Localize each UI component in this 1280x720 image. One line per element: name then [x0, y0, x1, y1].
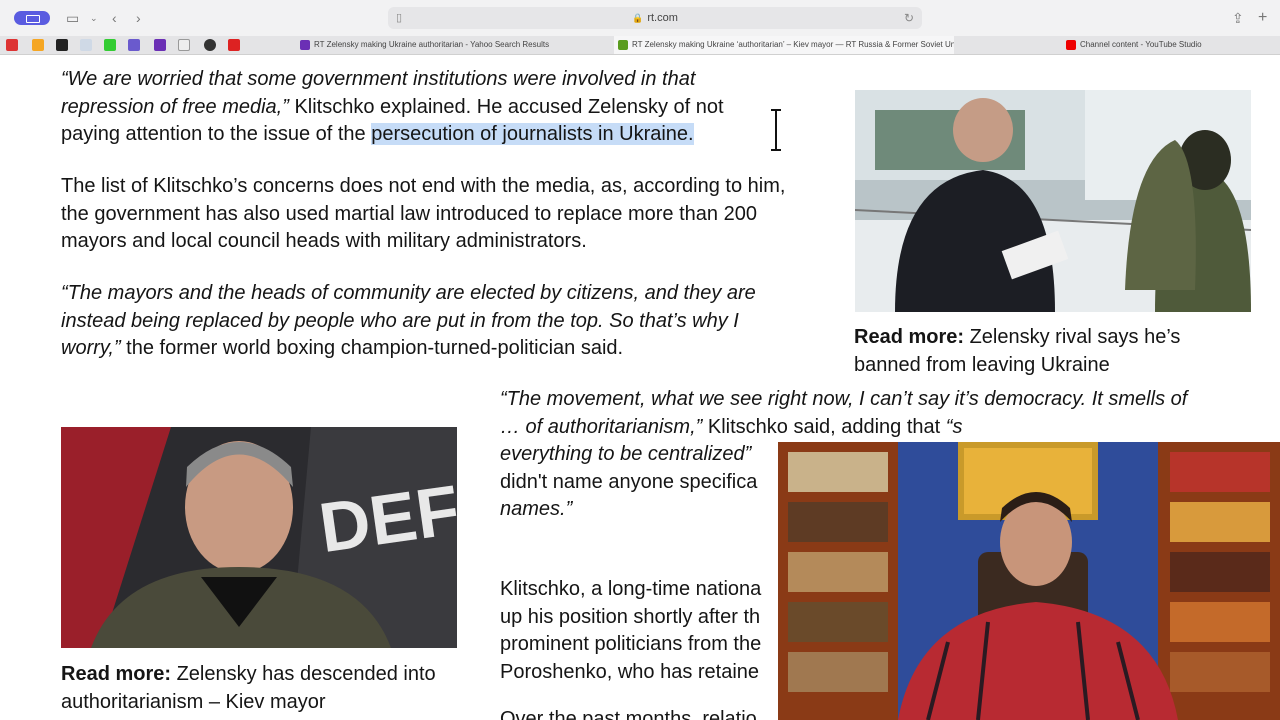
article-paragraph: “The mayors and the heads of community a…: [61, 280, 791, 363]
rt-favicon-icon: [618, 40, 628, 50]
tab-bar: RT Zelensky making Ukraine authoritarian…: [0, 36, 1280, 55]
text-cursor-icon: [771, 109, 781, 151]
bookmark-favicon[interactable]: [178, 39, 190, 51]
body-text: the former world boxing champion-turned-…: [120, 337, 624, 359]
quote-text: names.”: [500, 498, 573, 520]
browser-toolbar: ▭ ⌄ ‹ › ▯ 🔒 rt.com ↻ ⇪ +: [0, 0, 1280, 37]
address-bar[interactable]: ▯ 🔒 rt.com ↻: [388, 7, 922, 29]
read-more-label: Read more:: [61, 663, 172, 685]
bookmark-favicon[interactable]: [104, 39, 116, 51]
page-icon: ▯: [396, 12, 403, 24]
read-more-caption-right[interactable]: Read more: Zelensky rival says he’s bann…: [854, 324, 1244, 379]
chevron-down-icon[interactable]: ⌄: [90, 9, 98, 27]
bookmark-favicon[interactable]: [228, 39, 240, 51]
forward-icon[interactable]: ›: [136, 9, 141, 27]
article-paragraph: The list of Klitschko’s concerns does no…: [61, 175, 786, 252]
url-text: rt.com: [647, 12, 678, 24]
bookmark-favicon[interactable]: [56, 39, 68, 51]
selected-text[interactable]: persecution of journalists in Ukraine.: [371, 123, 694, 145]
bookmark-favicon[interactable]: [80, 39, 92, 51]
share-icon[interactable]: ⇪: [1232, 9, 1244, 27]
read-more-label: Read more:: [854, 326, 965, 348]
body-text: Klitschko said, adding that: [702, 415, 946, 438]
quote-text: everything to be centralized”: [500, 443, 752, 465]
back-icon[interactable]: ‹: [112, 9, 117, 27]
youtube-favicon-icon: [1066, 40, 1076, 50]
tab-overview-icon[interactable]: ▭: [66, 9, 79, 27]
tab-title: Channel content - YouTube Studio: [1080, 40, 1202, 49]
lock-icon: 🔒: [632, 13, 644, 23]
tab-title: RT Zelensky making Ukraine ‘authoritaria…: [632, 40, 954, 49]
tab-rt-article[interactable]: RT Zelensky making Ukraine ‘authoritaria…: [614, 36, 954, 54]
bookmark-favicon[interactable]: [154, 39, 166, 51]
sidebar-toggle-icon[interactable]: [14, 11, 50, 25]
read-more-caption-left[interactable]: Read more: Zelensky has descended into a…: [61, 661, 457, 716]
article-paragraph: Over the past months, relatio: [500, 708, 757, 720]
tab-title: RT Zelensky making Ukraine authoritarian…: [314, 40, 550, 49]
reload-icon[interactable]: ↻: [904, 7, 914, 29]
tab-youtube-studio[interactable]: Channel content - YouTube Studio: [1062, 36, 1272, 54]
quote-text: “s: [945, 415, 963, 438]
article-paragraph: “We are worried that some government ins…: [61, 66, 786, 149]
article-paragraph: Klitschko, a long-time nationa up his po…: [500, 578, 762, 683]
bookmark-favicon[interactable]: [204, 39, 216, 51]
klitschko-photo[interactable]: DEF: [61, 427, 457, 648]
body-text: didn't name anyone specifica: [500, 470, 758, 493]
new-tab-icon[interactable]: +: [1258, 9, 1267, 27]
webcam-overlay: [778, 442, 1280, 720]
yahoo-favicon-icon: [300, 40, 310, 50]
tab-yahoo-search[interactable]: RT Zelensky making Ukraine authoritarian…: [296, 36, 602, 54]
poroshenko-photo[interactable]: [855, 90, 1251, 312]
bookmark-favicon[interactable]: [32, 39, 44, 51]
bookmark-favicon[interactable]: [128, 39, 140, 51]
bookmark-favicon[interactable]: [6, 39, 18, 51]
